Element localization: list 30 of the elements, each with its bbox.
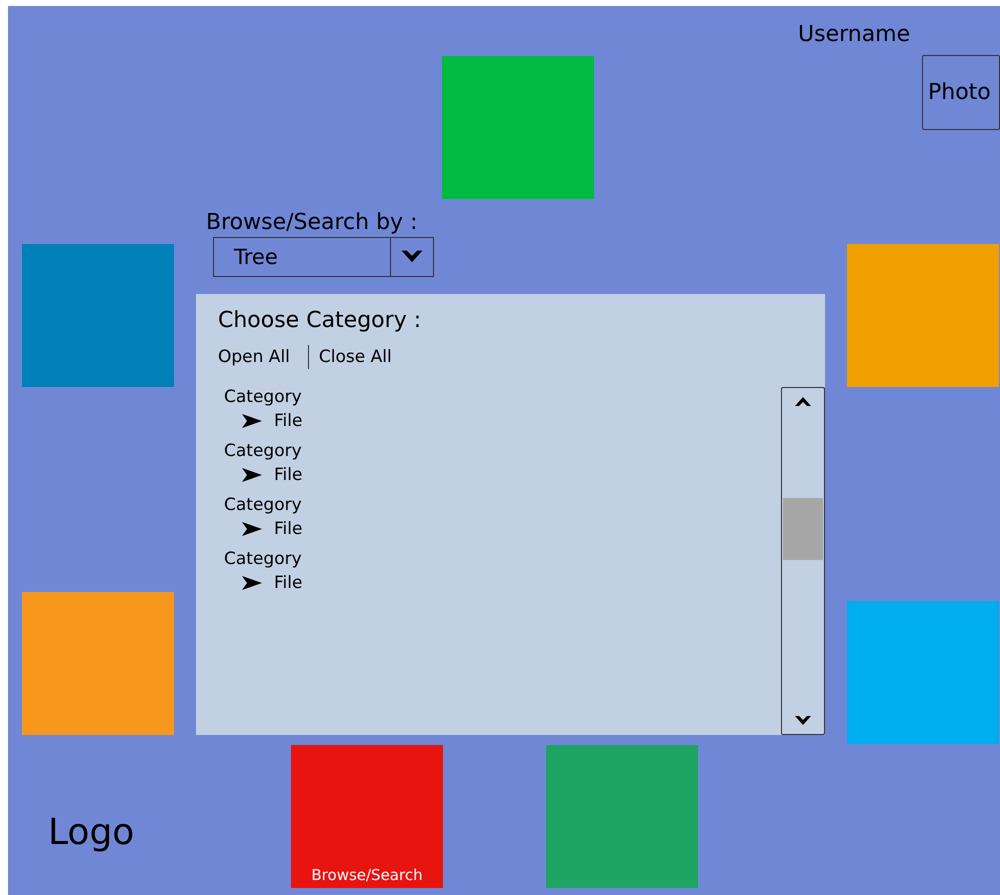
file-item[interactable]: File — [274, 411, 302, 431]
username: Username — [798, 22, 910, 47]
category-item[interactable]: Category — [224, 549, 781, 569]
arrowhead-icon — [242, 522, 262, 536]
arrowhead-icon — [242, 468, 262, 482]
category-item[interactable]: Category — [224, 441, 781, 461]
arrowhead-icon — [242, 414, 262, 428]
file-item[interactable]: File — [274, 573, 302, 593]
tree-action-link[interactable]: Open All — [218, 347, 290, 367]
file-item[interactable]: File — [274, 465, 302, 485]
browse-label: Browse/Search by : — [206, 210, 418, 235]
tile[interactable] — [22, 244, 174, 387]
file-item[interactable]: File — [274, 519, 302, 539]
tree-action-link[interactable]: Close All — [318, 347, 392, 367]
arrowhead-icon — [242, 576, 262, 590]
browse-select[interactable]: Tree — [213, 237, 434, 277]
tile[interactable] — [546, 745, 698, 888]
tile[interactable] — [22, 592, 174, 735]
logo: Logo — [48, 812, 134, 853]
tile[interactable] — [847, 601, 999, 744]
scrollbar[interactable] — [781, 387, 825, 735]
tile[interactable]: Browse/Search — [291, 745, 443, 888]
category-item[interactable]: Category — [224, 495, 781, 515]
category-item[interactable]: Category — [224, 387, 781, 407]
tile[interactable] — [442, 56, 594, 199]
panel-title: Choose Category : — [218, 308, 422, 333]
tile-label: Browse/Search — [311, 866, 423, 884]
photo-input-field[interactable]: Photo — [922, 55, 1000, 130]
tile[interactable] — [847, 244, 999, 387]
scroll-thumb[interactable] — [783, 498, 823, 560]
